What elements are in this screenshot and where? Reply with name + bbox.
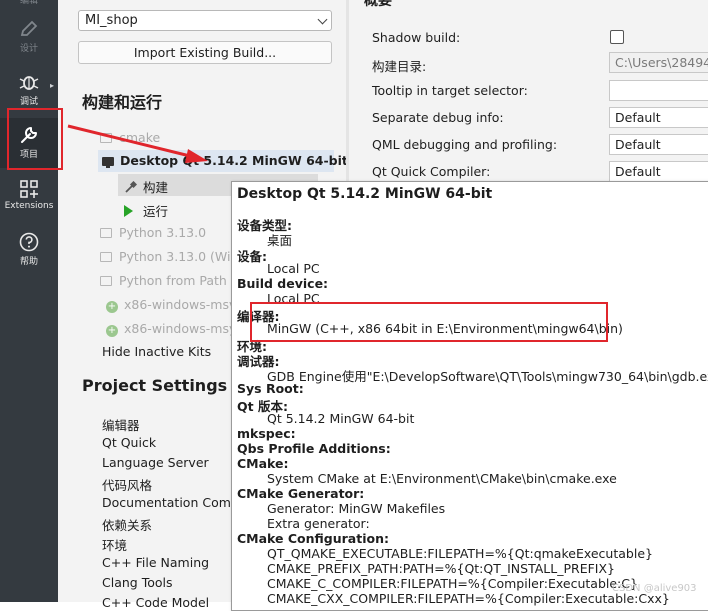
annotation-arrow	[67, 124, 208, 163]
watermark: CSDN @alive903	[612, 583, 697, 594]
